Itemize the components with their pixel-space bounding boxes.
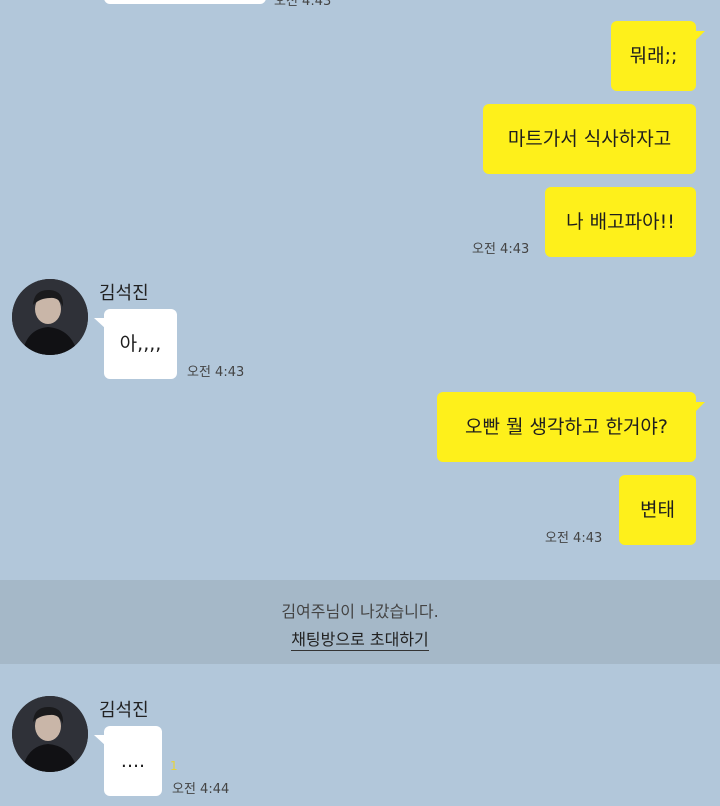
my-message-bubble[interactable]: 나 배고파아!!: [545, 187, 696, 257]
avatar[interactable]: [12, 279, 88, 355]
unread-count: 1: [170, 759, 178, 773]
message-timestamp: 오전 4:43: [187, 365, 245, 380]
my-message-bubble[interactable]: 뭐래;;: [611, 21, 705, 91]
my-message-bubble[interactable]: 변태: [619, 475, 696, 545]
invite-to-chat-link[interactable]: 채팅방으로 초대하기: [0, 626, 720, 651]
profile-photo-icon: [12, 279, 88, 355]
avatar[interactable]: [12, 696, 88, 772]
my-message-bubble[interactable]: 오빤 뭘 생각하고 한거야?: [437, 392, 705, 462]
sender-name: 김석진: [99, 283, 149, 304]
message-timestamp: 오전 4:43: [472, 242, 530, 257]
partial-message-bubble[interactable]: [104, 0, 266, 4]
my-message-bubble[interactable]: 마트가서 식사하자고: [483, 104, 696, 174]
partial-timestamp: 오전 4:43: [274, 0, 332, 9]
message-timestamp: 오전 4:44: [172, 782, 230, 797]
received-message-bubble[interactable]: ....: [94, 726, 162, 796]
system-notice-bar: 김여주님이 나갔습니다. 채팅방으로 초대하기: [0, 580, 720, 664]
left-chat-notice: 김여주님이 나갔습니다.: [281, 602, 439, 621]
message-timestamp: 오전 4:43: [545, 531, 603, 546]
received-message-bubble[interactable]: 아,,,,: [94, 309, 177, 379]
invite-link-label[interactable]: 채팅방으로 초대하기: [291, 630, 429, 651]
profile-photo-icon: [12, 696, 88, 772]
sender-name: 김석진: [99, 700, 149, 721]
